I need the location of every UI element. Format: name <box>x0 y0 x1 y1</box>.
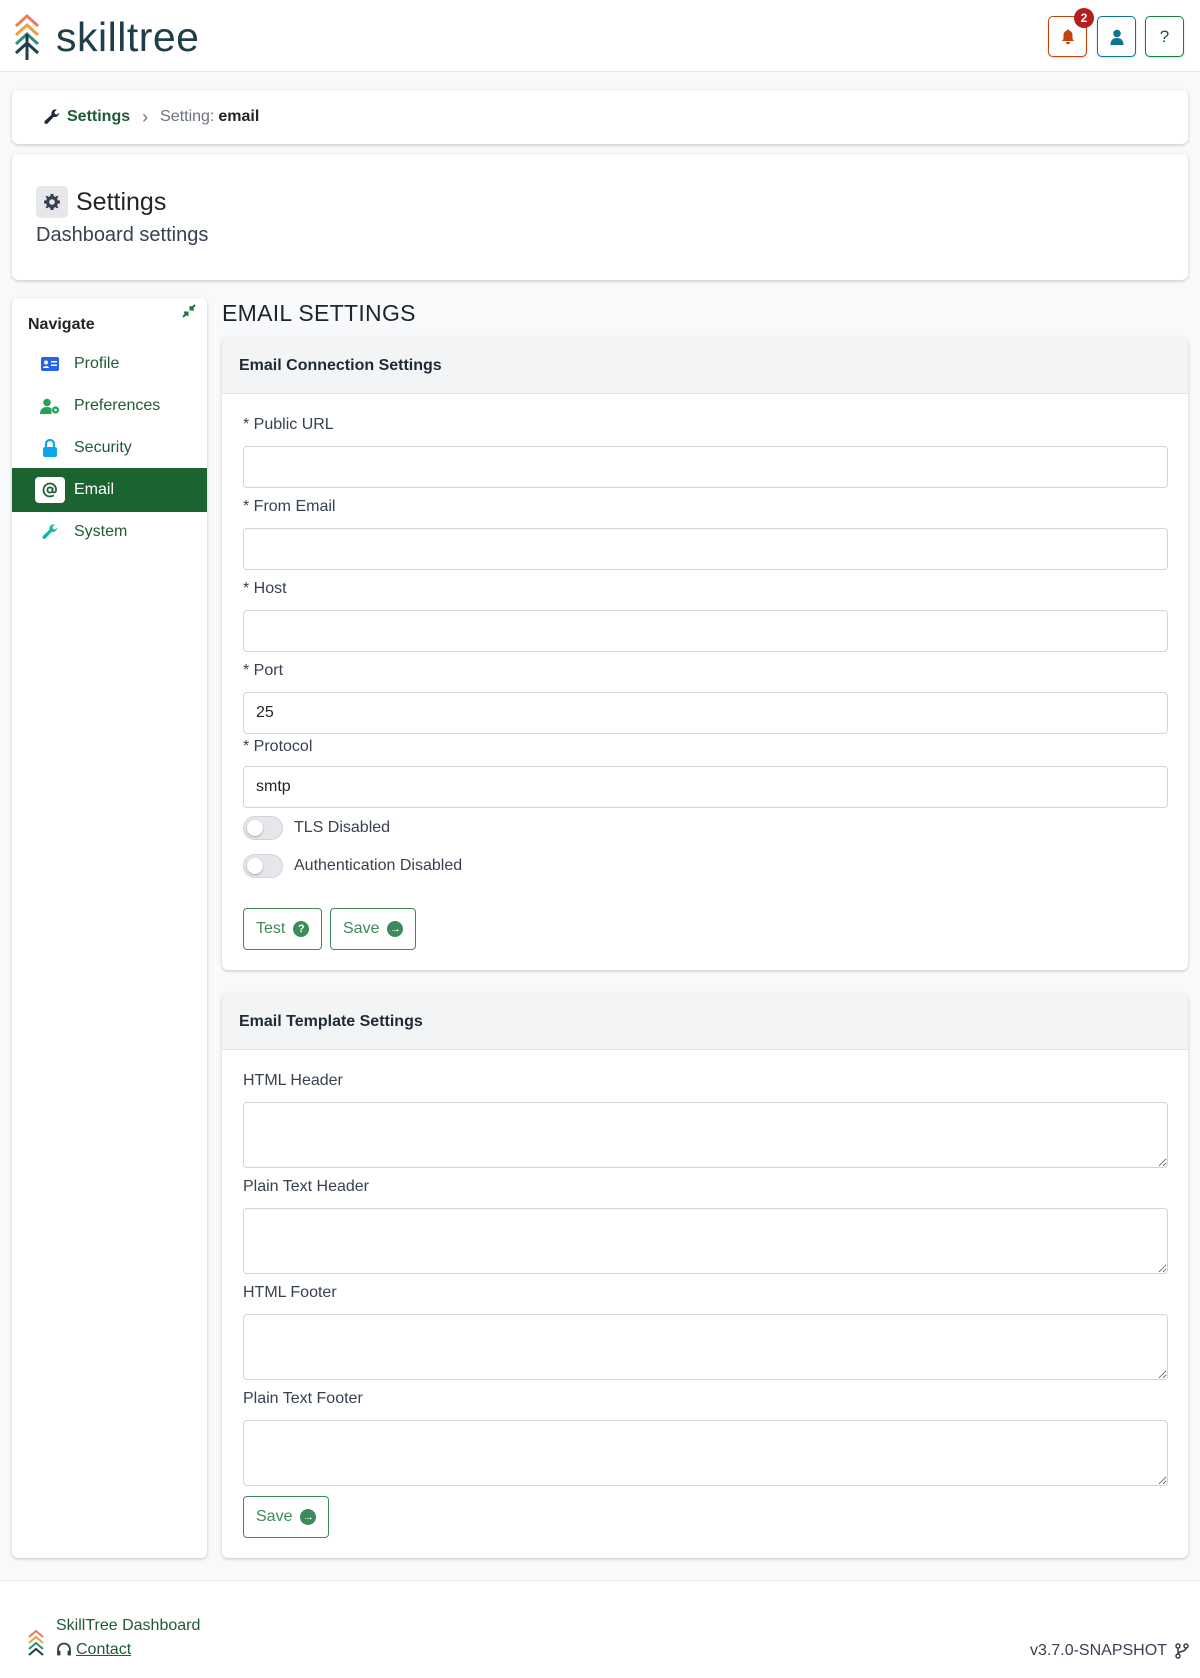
notifications-button[interactable]: 2 <box>1048 8 1094 57</box>
breadcrumb: Settings › Setting: email <box>12 90 1188 144</box>
from-email-input[interactable] <box>243 528 1168 570</box>
breadcrumb-settings-link[interactable]: Settings <box>44 108 130 126</box>
skilltree-logo-icon <box>28 1629 44 1656</box>
breadcrumb-current-value: email <box>218 108 260 125</box>
arrow-circle-right-icon: → <box>387 921 404 937</box>
footer-version: v3.7.0-SNAPSHOT <box>1030 1642 1189 1660</box>
save-connection-button[interactable]: Save → <box>330 908 417 950</box>
question-circle-icon: ? <box>293 921 310 937</box>
sidebar-item-security[interactable]: Security <box>12 426 207 470</box>
arrow-circle-right-icon: → <box>300 1509 317 1525</box>
plain-header-textarea[interactable] <box>243 1208 1168 1274</box>
code-branch-icon <box>1175 1643 1189 1659</box>
version-label: v3.7.0-SNAPSHOT <box>1030 1642 1167 1659</box>
sidebar-item-profile[interactable]: Profile <box>12 342 207 386</box>
tls-toggle-label: TLS Disabled <box>294 819 391 836</box>
footer-app-name: SkillTree Dashboard <box>56 1617 201 1634</box>
protocol-label: * Protocol <box>243 738 313 755</box>
html-footer-textarea[interactable] <box>243 1314 1168 1380</box>
breadcrumb-root-label: Settings <box>67 108 131 125</box>
panel-title: Email Connection Settings <box>222 338 1188 394</box>
bell-icon <box>1061 29 1074 44</box>
save-button-label: Save <box>343 920 380 937</box>
html-footer-label: HTML Footer <box>243 1284 337 1301</box>
id-card-icon <box>40 354 60 374</box>
at-sign-icon <box>35 477 65 503</box>
sidebar-item-preferences[interactable]: Preferences <box>12 384 207 428</box>
sidebar-item-label: Profile <box>74 355 120 372</box>
auth-toggle-row: Authentication Disabled <box>243 854 462 878</box>
top-bar: skilltree 2 ? <box>0 0 1200 72</box>
sidebar-item-label: System <box>74 523 128 540</box>
auth-toggle[interactable] <box>243 854 283 878</box>
sidebar-item-label: Email <box>74 481 115 498</box>
chevron-right-icon: › <box>142 106 149 127</box>
skilltree-logo-icon <box>14 14 40 60</box>
tls-toggle-row: TLS Disabled <box>243 816 390 840</box>
port-label: * Port <box>243 662 284 679</box>
panel-title: Email Template Settings <box>222 994 1188 1050</box>
tls-toggle[interactable] <box>243 816 283 840</box>
page-subtitle: Dashboard settings <box>36 224 209 246</box>
headset-icon <box>57 1642 71 1656</box>
sidebar-item-label: Preferences <box>74 397 161 414</box>
sidebar-item-email[interactable]: Email <box>12 468 207 512</box>
settings-sidebar: Navigate Profile Preferences Security Em… <box>12 298 207 1558</box>
sidebar-item-label: Security <box>74 439 132 456</box>
page-header: Settings Dashboard settings <box>12 154 1188 280</box>
section-title: EMAIL SETTINGS <box>222 300 416 326</box>
sidebar-item-system[interactable]: System <box>12 510 207 554</box>
plain-header-label: Plain Text Header <box>243 1178 369 1195</box>
from-email-label: * From Email <box>243 498 336 515</box>
save-button-label: Save <box>256 1508 293 1525</box>
email-connection-panel: Email Connection Settings * Public URL *… <box>222 338 1188 970</box>
page-title: Settings <box>76 188 167 216</box>
app-name: skilltree <box>56 13 200 60</box>
auth-toggle-label: Authentication Disabled <box>294 857 463 874</box>
host-input[interactable] <box>243 610 1168 652</box>
help-label: ? <box>1159 26 1170 46</box>
html-header-label: HTML Header <box>243 1072 343 1089</box>
email-template-panel: Email Template Settings HTML Header Plai… <box>222 994 1188 1558</box>
gear-icon <box>36 186 68 218</box>
plain-footer-label: Plain Text Footer <box>243 1390 363 1407</box>
sidebar-title: Navigate <box>28 316 95 333</box>
test-button-label: Test <box>256 920 286 937</box>
collapse-icon[interactable] <box>182 304 196 321</box>
user-menu-button[interactable] <box>1097 16 1136 57</box>
footer-contact-link[interactable]: Contact <box>56 1641 131 1659</box>
html-header-textarea[interactable] <box>243 1102 1168 1168</box>
public-url-label: * Public URL <box>243 416 334 433</box>
user-cog-icon <box>40 396 60 416</box>
user-icon <box>1110 29 1123 45</box>
port-input[interactable] <box>243 692 1168 734</box>
protocol-input[interactable] <box>243 766 1168 808</box>
plain-footer-textarea[interactable] <box>243 1420 1168 1486</box>
notification-count-badge: 2 <box>1074 8 1094 28</box>
host-label: * Host <box>243 580 287 597</box>
footer: SkillTree Dashboard Contact v3.7.0-SNAPS… <box>0 1580 1200 1678</box>
wrench-icon <box>44 109 60 125</box>
footer-contact-label: Contact <box>76 1641 132 1658</box>
public-url-input[interactable] <box>243 446 1168 488</box>
breadcrumb-current-label: Setting: <box>160 108 215 125</box>
lock-icon <box>40 438 60 458</box>
app-logo[interactable]: skilltree <box>14 14 199 60</box>
wrench-icon <box>40 522 60 542</box>
save-template-button[interactable]: Save → <box>243 1496 330 1538</box>
test-button[interactable]: Test ? <box>243 908 323 950</box>
help-button[interactable]: ? <box>1145 16 1184 57</box>
